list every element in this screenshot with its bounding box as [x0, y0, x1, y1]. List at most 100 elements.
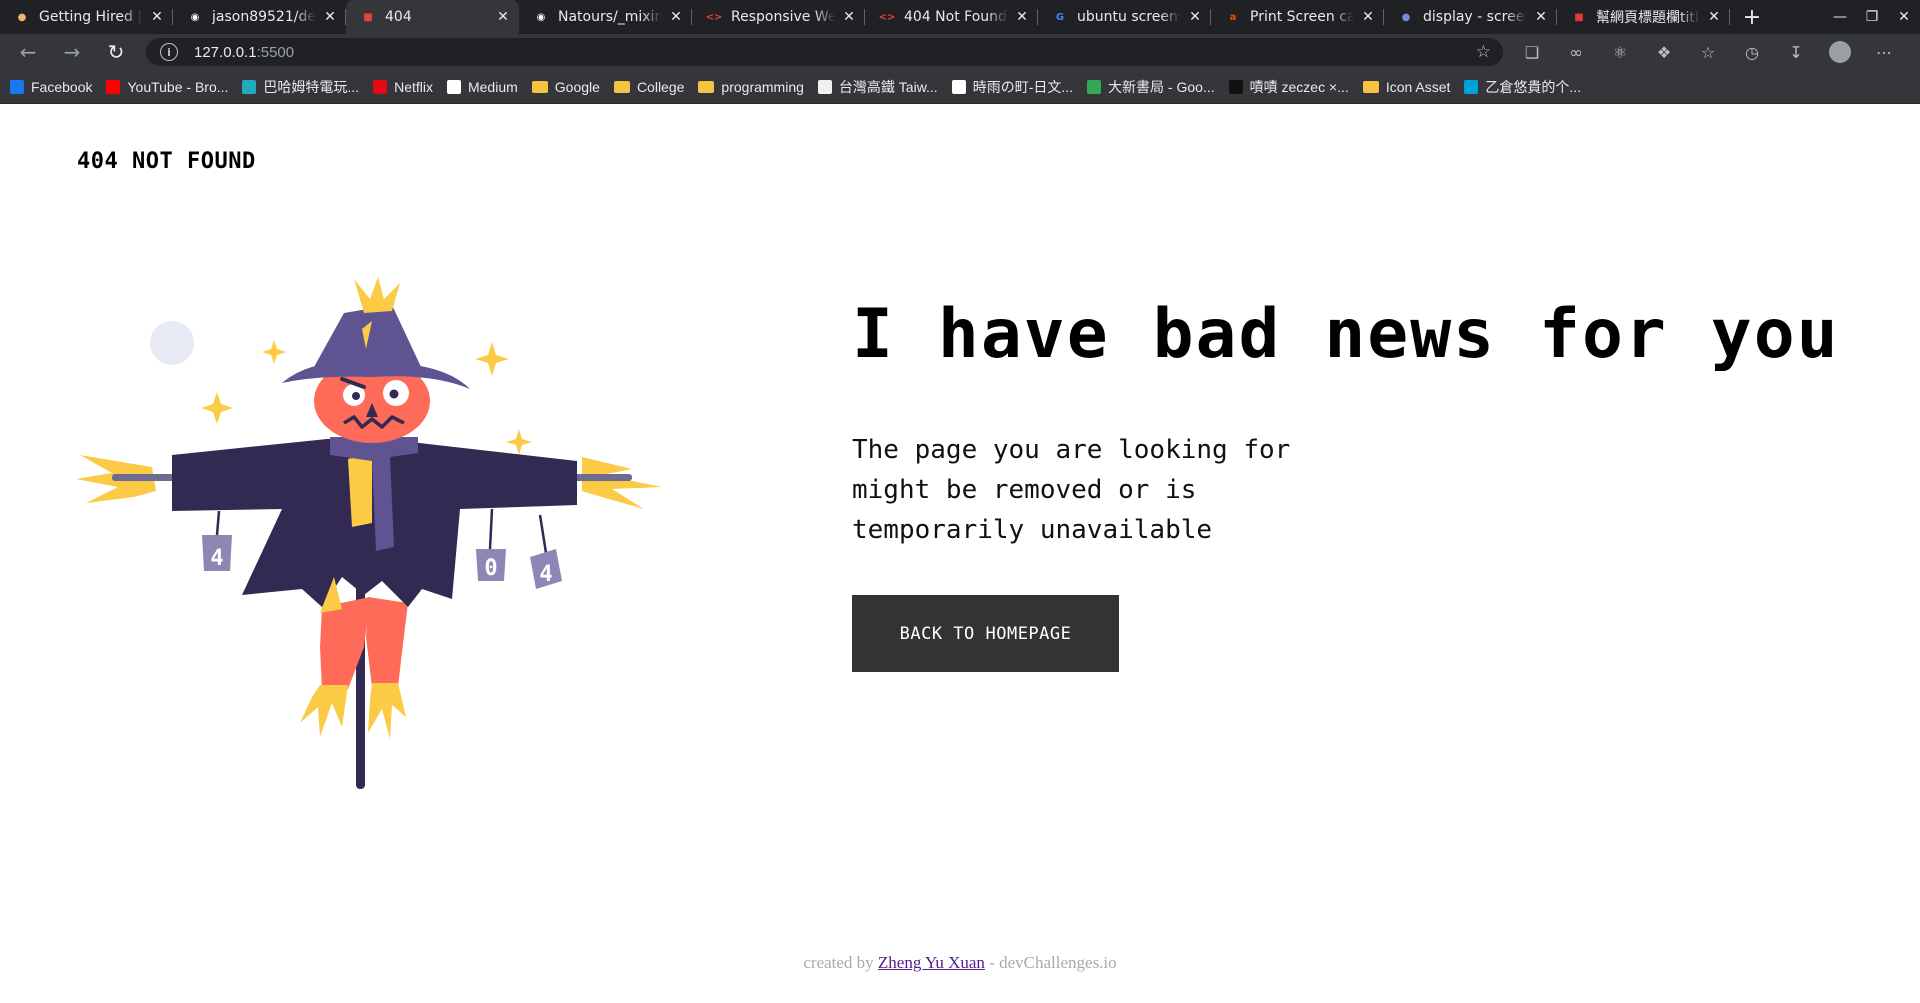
right-leg: [366, 597, 408, 687]
bookmark-item[interactable]: Icon Asset: [1362, 78, 1451, 95]
tab-list: ● Getting Hired | Turing ✕ ◉ jason89521/devC…: [0, 0, 1730, 34]
bookmark-label: College: [636, 78, 685, 95]
tab-close-icon[interactable]: ✕: [495, 9, 511, 25]
tab-5[interactable]: <> 404 Not Found Challenge ✕: [865, 0, 1038, 34]
tab-title: Getting Hired | Turing: [39, 9, 143, 25]
tab-8[interactable]: ● display - screenshot ✕: [1384, 0, 1557, 34]
tab-6[interactable]: Gubuntu screenshot ✕: [1038, 0, 1211, 34]
bookmark-star-icon[interactable]: ☆: [1476, 42, 1491, 62]
medium-icon: [446, 79, 461, 94]
bahamut-icon: [242, 79, 257, 94]
bookmark-label: Icon Asset: [1385, 78, 1451, 95]
tab-7[interactable]: a Print Screen capture ✕: [1211, 0, 1384, 34]
right-foot-straw: [368, 683, 406, 739]
new-tab-button[interactable]: +: [1734, 0, 1770, 34]
sparkle-star: [506, 429, 532, 455]
collections-icon[interactable]: ❏: [1510, 43, 1554, 62]
bookmark-item[interactable]: 時雨の町-日文...: [951, 77, 1073, 97]
tab-1[interactable]: ◉ jason89521/devChallenges ✕: [173, 0, 346, 34]
url-text[interactable]: 127.0.0.1:5500: [194, 44, 294, 61]
code-icon: <>: [878, 11, 896, 23]
author-link[interactable]: Zheng Yu Xuan: [878, 953, 985, 972]
bookmark-item[interactable]: YouTube - Bro...: [106, 79, 228, 95]
bookmark-item[interactable]: Facebook: [10, 79, 92, 95]
bilibili-icon: [1464, 79, 1479, 94]
bookmark-item[interactable]: Google: [531, 79, 600, 95]
netflix-icon: [373, 79, 388, 94]
github-icon: ◉: [536, 11, 546, 23]
history-icon[interactable]: ◷: [1730, 43, 1774, 62]
zeczec-icon: [1228, 79, 1243, 94]
footer-suffix: - devChallenges.io: [989, 953, 1117, 972]
tab-9[interactable]: ■ 幫網頁標題欄title加上圖示 ✕: [1557, 0, 1730, 34]
bookmark-label: programming: [721, 78, 804, 95]
address-bar[interactable]: i 127.0.0.1:5500 ☆: [146, 38, 1503, 66]
bookmark-label: 台灣高鐵 Taiw...: [838, 78, 938, 95]
tab-title: jason89521/devChallenges: [212, 9, 316, 25]
site-info-icon[interactable]: i: [160, 43, 178, 61]
tab-close-icon[interactable]: ✕: [322, 9, 338, 25]
extensions-puzzle-icon[interactable]: ❖: [1642, 43, 1686, 62]
right-pupil: [389, 389, 399, 399]
back-to-homepage-button[interactable]: BACK TO HOMEPAGE: [852, 595, 1119, 672]
tab-0[interactable]: ● Getting Hired | Turing ✕: [0, 0, 173, 34]
tab-2[interactable]: ■ 404 ✕: [346, 0, 519, 34]
ask-icon: a: [1229, 11, 1237, 23]
folder-icon: [531, 80, 548, 93]
tab-title: Natours/_mixins.scss: [558, 9, 662, 25]
page-logo[interactable]: 404 NOT FOUND: [77, 149, 256, 174]
tab-close-icon[interactable]: ✕: [149, 9, 165, 25]
back-icon[interactable]: ←: [6, 34, 50, 70]
thsr-icon: [817, 79, 832, 94]
bookmark-item[interactable]: 台灣高鐵 Taiw...: [817, 77, 938, 97]
tab-close-icon[interactable]: ✕: [1533, 9, 1549, 25]
window-controls: — ❐ ✕: [1824, 0, 1920, 34]
bookmark-label: 巴哈姆特電玩...: [263, 78, 360, 95]
favorites-icon[interactable]: ☆: [1686, 43, 1730, 62]
devchallenges-icon: ■: [363, 11, 373, 23]
restore-icon[interactable]: ❐: [1856, 9, 1888, 25]
minimize-icon[interactable]: —: [1824, 9, 1856, 25]
bookmarks-bar: Facebook YouTube - Bro... 巴哈姆特電玩... Netflix…: [0, 70, 1920, 104]
left-pupil: [352, 392, 360, 400]
bookmark-item[interactable]: Netflix: [373, 79, 433, 95]
bookmark-label: 嘖嘖 zeczec ×...: [1249, 78, 1349, 95]
bookmark-item[interactable]: 大新書局 - Goo...: [1087, 77, 1215, 97]
bookmark-item[interactable]: College: [613, 78, 685, 95]
tab-4[interactable]: <> Responsive Web Design ✕: [692, 0, 865, 34]
tab-close-icon[interactable]: ✕: [668, 9, 684, 25]
tab-title: 404: [385, 9, 412, 25]
can-digit: 4: [539, 562, 552, 587]
tab-strip: ● Getting Hired | Turing ✕ ◉ jason89521/devC…: [0, 0, 1920, 34]
reload-icon[interactable]: ↻: [94, 34, 138, 70]
bookmark-item[interactable]: 巴哈姆特電玩...: [242, 77, 359, 97]
can-digit: 4: [210, 546, 223, 571]
forward-icon[interactable]: →: [50, 34, 94, 70]
tab-close-icon[interactable]: ✕: [1014, 9, 1030, 25]
tab-close-icon[interactable]: ✕: [1706, 9, 1722, 25]
drive-icon: [1087, 79, 1102, 94]
react-devtools-icon[interactable]: ⚛: [1598, 43, 1642, 62]
tab-3[interactable]: ◉ Natours/_mixins.scss ✕: [519, 0, 692, 34]
downloads-icon[interactable]: ↧: [1774, 43, 1818, 62]
page-footer: created by Zheng Yu Xuan - devChallenges…: [0, 953, 1920, 973]
bookmark-item[interactable]: 嘖嘖 zeczec ×...: [1228, 77, 1349, 97]
tab-close-icon[interactable]: ✕: [1360, 9, 1376, 25]
glasses-extension-icon[interactable]: ∞: [1554, 43, 1598, 62]
tab-title: Print Screen capture: [1250, 9, 1354, 25]
tab-close-icon[interactable]: ✕: [841, 9, 857, 25]
blog-icon: ■: [1574, 11, 1584, 23]
bookmark-label: Facebook: [31, 78, 93, 95]
more-menu-icon[interactable]: ⋯: [1862, 43, 1906, 62]
can-digit: 0: [484, 556, 497, 581]
tab-close-icon[interactable]: ✕: [1187, 9, 1203, 25]
profile-avatar[interactable]: [1829, 41, 1851, 63]
bookmark-item[interactable]: 乙倉悠貴的个...: [1464, 77, 1581, 97]
bookmark-item[interactable]: programming: [698, 78, 804, 95]
bookmark-label: 乙倉悠貴的个...: [1485, 78, 1582, 95]
bear-icon: ●: [17, 11, 27, 23]
footer-prefix: created by: [803, 953, 874, 972]
bookmark-item[interactable]: Medium: [446, 79, 518, 95]
close-window-icon[interactable]: ✕: [1888, 9, 1920, 25]
right-arm-straw: [582, 457, 662, 509]
